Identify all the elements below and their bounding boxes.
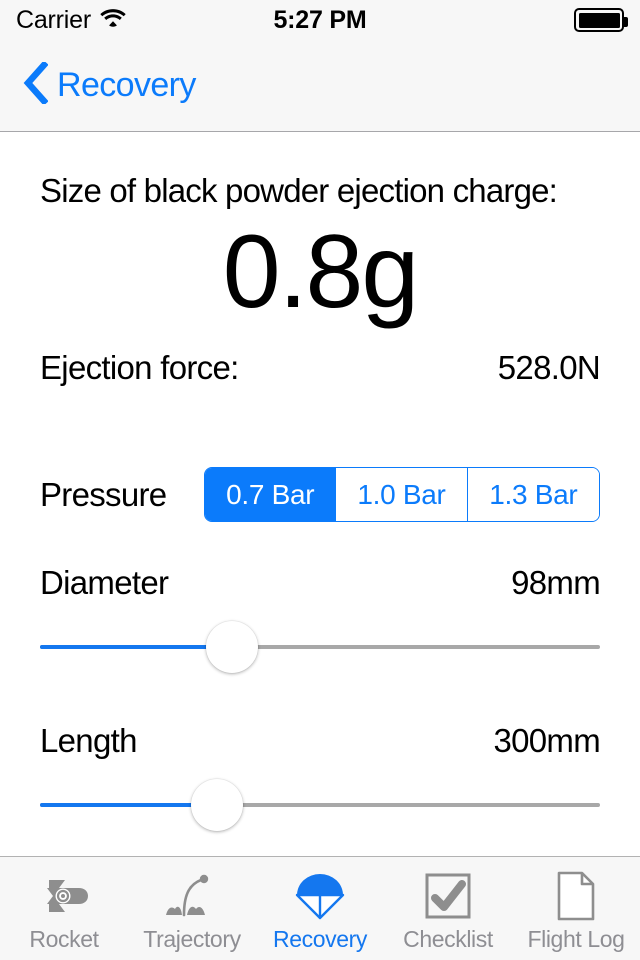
- navigation-bar: Recovery: [0, 40, 640, 132]
- pressure-option-1[interactable]: 1.0 Bar: [336, 468, 468, 522]
- diameter-slider-fill: [40, 645, 232, 650]
- tab-flight-log[interactable]: Flight Log: [512, 857, 640, 960]
- diameter-value: 98mm: [511, 564, 601, 602]
- length-slider-thumb[interactable]: [190, 779, 243, 832]
- wifi-icon: [100, 8, 126, 33]
- tab-recovery[interactable]: Recovery: [256, 857, 384, 960]
- tab-checklist[interactable]: Checklist: [384, 857, 512, 960]
- tab-recovery-label: Recovery: [273, 926, 367, 952]
- ejection-force-value: 528.0N: [497, 349, 601, 387]
- status-bar: Carrier 5:27 PM: [0, 0, 640, 40]
- charge-value: 0.8g: [222, 214, 419, 330]
- chevron-left-icon: [22, 60, 49, 109]
- length-row: Length 300mm: [40, 722, 601, 760]
- tab-trajectory-label: Trajectory: [143, 926, 241, 952]
- main-content: Size of black powder ejection charge: 0.…: [0, 132, 640, 856]
- pressure-row: Pressure 0.7 Bar 1.0 Bar 1.3 Bar: [40, 467, 600, 523]
- tab-checklist-label: Checklist: [403, 926, 493, 952]
- diameter-control: Diameter 98mm: [40, 564, 601, 678]
- back-button-label: Recovery: [57, 66, 196, 104]
- back-button[interactable]: Recovery: [16, 58, 202, 113]
- diameter-label: Diameter: [40, 564, 169, 602]
- length-value: 300mm: [493, 722, 600, 760]
- tab-flight-log-label: Flight Log: [527, 926, 625, 952]
- checkbox-check-icon: [423, 870, 473, 922]
- status-bar-right: [574, 8, 628, 32]
- pressure-segmented-control[interactable]: 0.7 Bar 1.0 Bar 1.3 Bar: [204, 467, 600, 523]
- length-label: Length: [40, 722, 137, 760]
- ejection-force-row: Ejection force: 528.0N: [40, 349, 601, 387]
- charge-title: Size of black powder ejection charge:: [40, 172, 558, 209]
- ejection-force-label: Ejection force:: [40, 349, 239, 387]
- tab-trajectory[interactable]: Trajectory: [128, 857, 256, 960]
- app-screen: Carrier 5:27 PM Recovery Size of black p…: [0, 0, 640, 960]
- battery-full-icon: [574, 8, 628, 32]
- diameter-row: Diameter 98mm: [40, 564, 601, 602]
- parachute-icon: [291, 870, 349, 922]
- tab-rocket[interactable]: Rocket: [0, 857, 128, 960]
- length-slider[interactable]: [40, 774, 600, 836]
- diameter-slider-thumb[interactable]: [205, 621, 258, 674]
- pressure-option-2[interactable]: 1.3 Bar: [467, 468, 599, 522]
- tab-rocket-label: Rocket: [29, 926, 99, 952]
- carrier-label: Carrier: [16, 5, 91, 34]
- rocket-icon: [35, 870, 93, 922]
- length-control: Length 300mm: [40, 722, 601, 836]
- document-icon: [554, 870, 598, 922]
- pressure-label: Pressure: [40, 475, 167, 513]
- status-bar-left: Carrier: [16, 6, 126, 35]
- trajectory-icon: [163, 870, 221, 922]
- diameter-slider[interactable]: [40, 616, 600, 678]
- tab-bar: Rocket Trajectory Recovery Checklist Fli…: [0, 856, 640, 960]
- pressure-option-0[interactable]: 0.7 Bar: [205, 468, 337, 522]
